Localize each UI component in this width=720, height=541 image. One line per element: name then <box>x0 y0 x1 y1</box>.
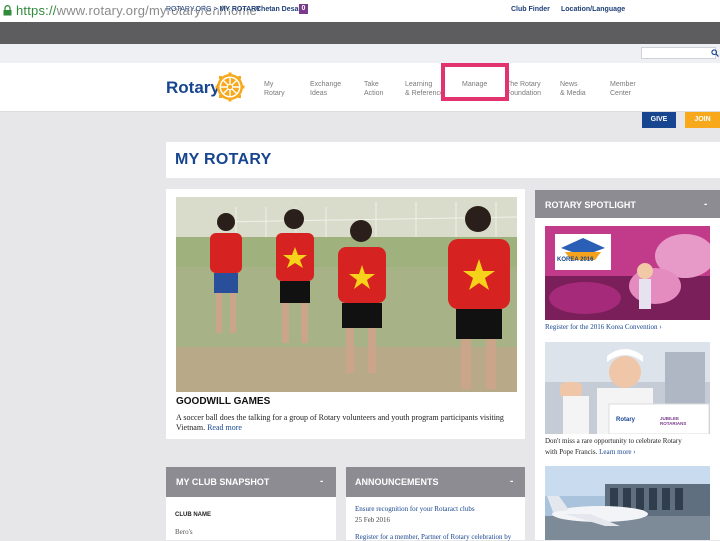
page-title: MY ROTARY <box>175 151 272 168</box>
announcements-title: ANNOUNCEMENTS <box>355 477 439 487</box>
rotary-logo-text[interactable]: Rotary <box>166 78 220 98</box>
rotary-wheel-icon[interactable] <box>215 72 245 102</box>
rotary-logo-badge: Rotary <box>616 417 636 423</box>
korea-2016-badge: KOREA 2016 <box>557 257 594 263</box>
announcement-date: 25 Feb 2016 <box>355 516 390 524</box>
announcements-collapse-button[interactable]: - <box>510 476 513 487</box>
announcement-link[interactable]: Ensure recognition for your Rotaract clu… <box>355 505 475 513</box>
cookie-close-button[interactable]: close ✕ <box>685 5 714 14</box>
nav-member-center[interactable]: Member Center <box>610 80 636 98</box>
breadcrumb: ROTARY.ORG > MY ROTARY <box>166 6 261 13</box>
club-name-label: CLUB NAME <box>175 512 211 518</box>
spotlight-title: ROTARY SPOTLIGHT <box>545 200 636 210</box>
goodwill-games-photo[interactable] <box>176 197 517 392</box>
airport-image[interactable] <box>545 466 710 540</box>
korea-convention-caption[interactable]: Register for the 2016 Korea Convention › <box>545 322 715 333</box>
snapshot-collapse-button[interactable]: - <box>320 476 323 487</box>
utility-bar <box>0 44 720 64</box>
spotlight-collapse-button[interactable]: - <box>704 199 707 210</box>
learn-more-link[interactable]: Learn more › <box>599 448 636 456</box>
user-name-link[interactable]: Chetan Desai <box>256 6 300 13</box>
breadcrumb-site-link[interactable]: ROTARY.ORG <box>166 6 212 13</box>
nav-news-media[interactable]: News & Media <box>560 80 586 98</box>
search-icon[interactable] <box>711 49 719 57</box>
nav-learning-reference[interactable]: Learning & Reference <box>405 80 444 98</box>
cookie-bar <box>0 22 720 44</box>
snapshot-title: MY CLUB SNAPSHOT <box>176 477 270 487</box>
nav-rotary-foundation[interactable]: The Rotary Foundation <box>506 80 541 98</box>
club-finder-link[interactable]: Club Finder <box>511 6 550 13</box>
nav-my-rotary[interactable]: My Rotary <box>264 80 285 98</box>
location-language-link[interactable]: Location/Language <box>561 6 625 13</box>
join-button[interactable]: JOIN <box>685 112 720 128</box>
manage-highlight-box <box>441 63 509 101</box>
korea-convention-image[interactable] <box>545 226 710 320</box>
lock-icon <box>3 5 12 16</box>
pope-francis-caption: Don't miss a rare opportunity to celebra… <box>545 437 682 456</box>
nav-take-action[interactable]: Take Action <box>364 80 383 98</box>
club-name-value: Bero's <box>175 528 193 536</box>
give-button[interactable]: GIVE <box>642 112 676 128</box>
search-input[interactable] <box>641 47 716 59</box>
breadcrumb-current: MY ROTARY <box>219 6 261 13</box>
jubilee-logo-badge: JUBILEE ROTARIANS <box>660 416 687 426</box>
feature-title[interactable]: GOODWILL GAMES <box>176 396 270 407</box>
read-more-link[interactable]: Read more <box>207 423 242 432</box>
nav-exchange-ideas[interactable]: Exchange Ideas <box>310 80 341 98</box>
notification-badge[interactable]: 0 <box>299 4 308 14</box>
feature-description: A soccer ball does the talking for a gro… <box>176 413 504 432</box>
